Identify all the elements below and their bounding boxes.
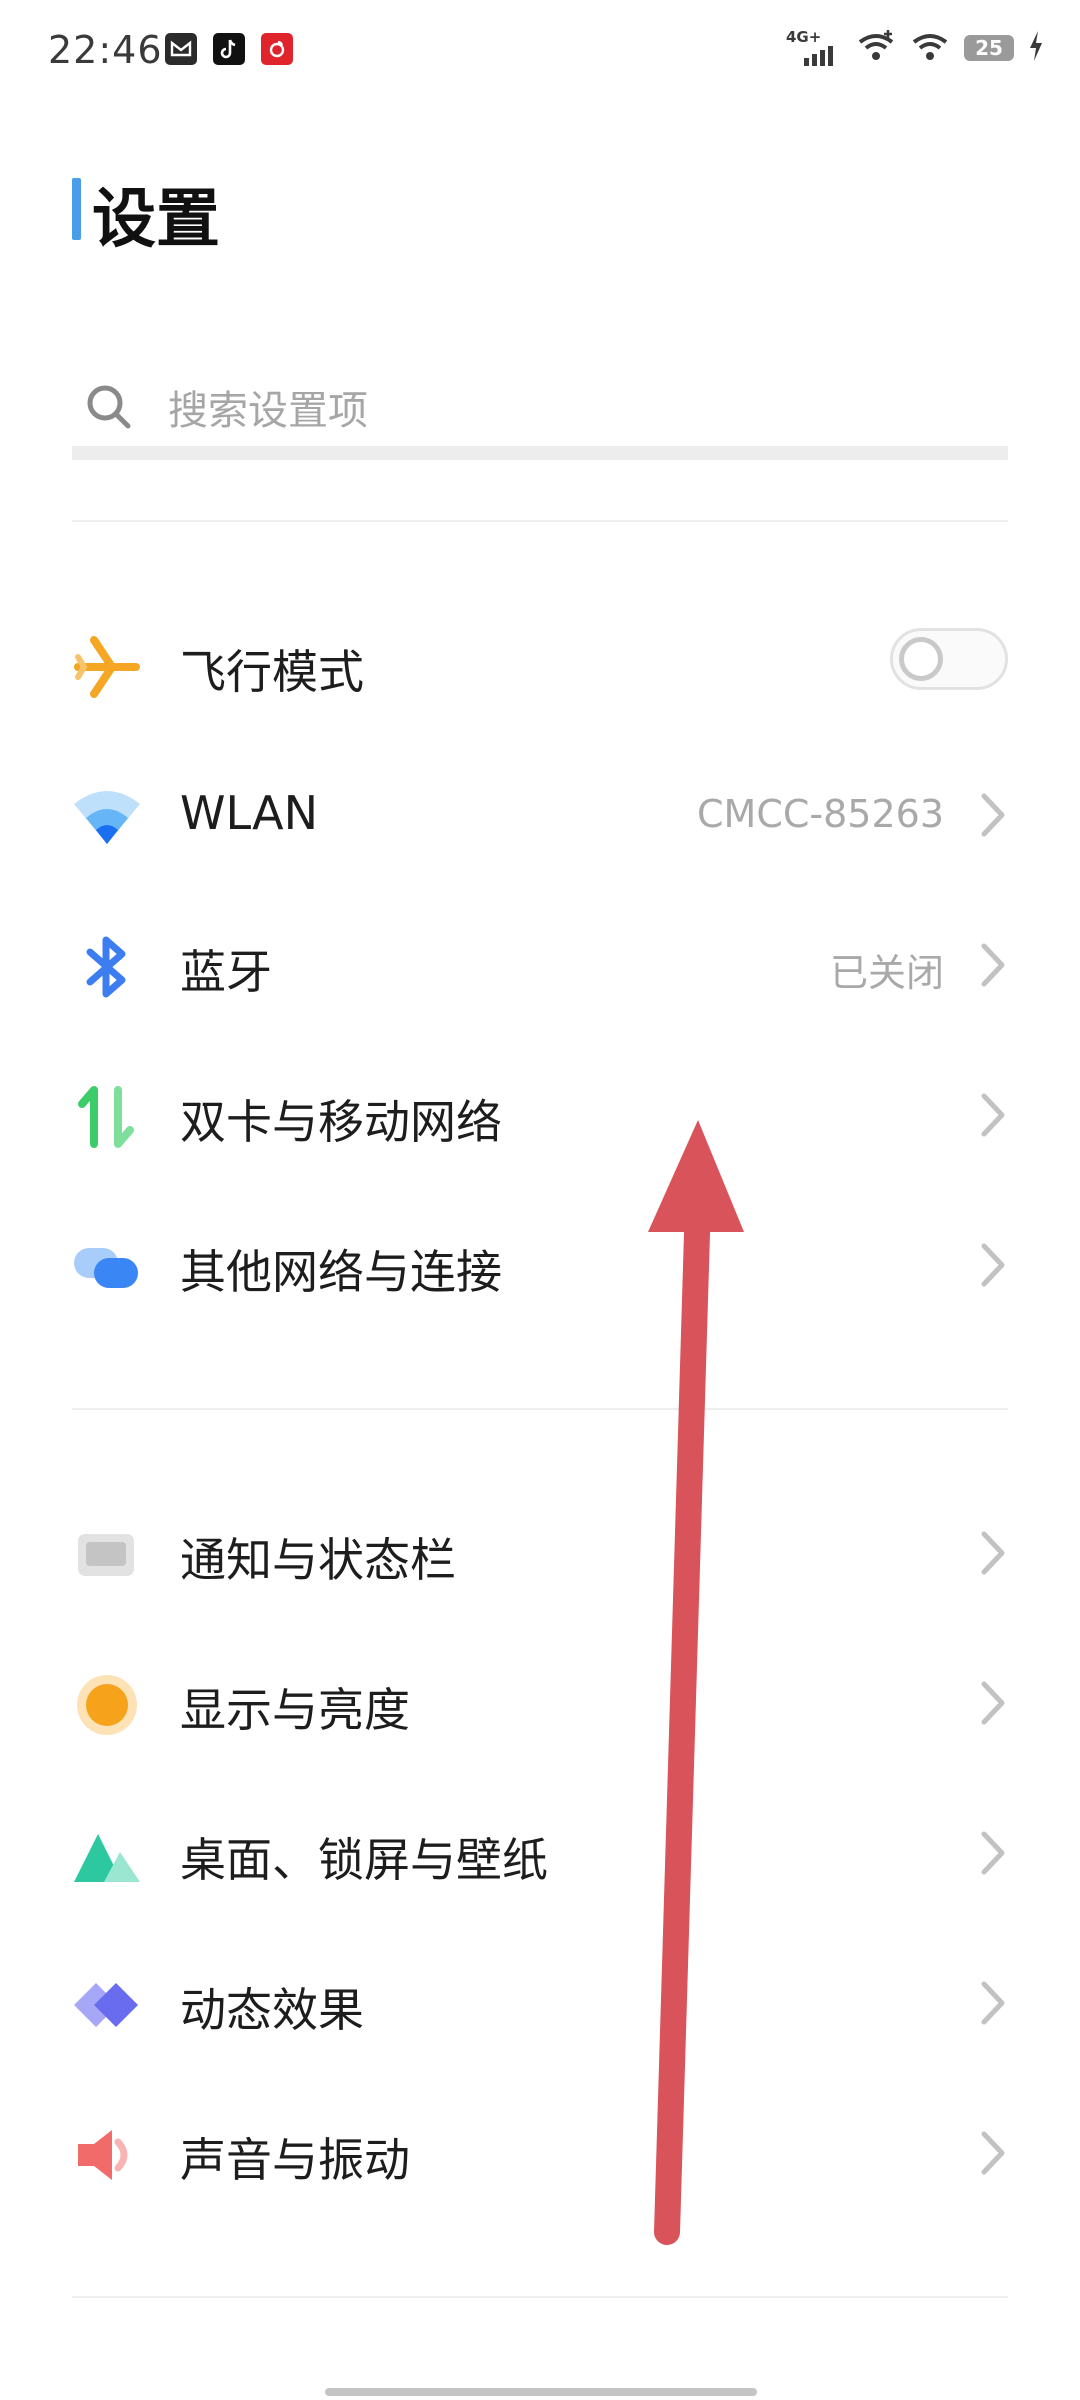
settings-item-label: WLAN [180,786,319,840]
brightness-icon [77,1675,137,1735]
home-indicator[interactable] [325,2388,757,2396]
chevron-right-icon [981,2131,1005,2175]
motion-effects-icon [74,1983,138,2027]
chevron-right-icon [981,1243,1005,1287]
divider [72,520,1008,522]
chevron-right-icon [981,1981,1005,2025]
settings-item-motion-effects[interactable]: 动态效果 [0,1938,1080,2068]
tiktok-app-icon [213,33,245,65]
settings-item-label: 通知与状态栏 [180,1533,456,1587]
bluetooth-status: 已关闭 [829,951,944,995]
wlan-network-name: CMCC-85263 [697,792,944,836]
chevron-right-icon [981,1681,1005,1725]
divider [72,1408,1008,1410]
chevron-right-icon [981,943,1005,987]
other-connections-icon [74,1248,138,1288]
cellular-signal-icon: 4G+ [786,28,842,68]
status-time: 22:46 [48,28,163,72]
settings-item-sound-vibration[interactable]: 声音与振动 [0,2088,1080,2218]
search-input[interactable]: 搜索设置项 [72,360,1008,460]
search-icon [87,385,131,429]
charging-icon [1028,31,1044,65]
page-title: 设置 [92,183,220,257]
settings-item-display-brightness[interactable]: 显示与亮度 [0,1638,1080,1768]
wallpaper-icon [74,1834,140,1882]
chevron-right-icon [981,793,1005,837]
settings-item-label: 蓝牙 [180,945,272,999]
notification-icons [165,33,293,65]
settings-item-desktop-wallpaper[interactable]: 桌面、锁屏与壁纸 [0,1788,1080,1918]
settings-item-label: 桌面、锁屏与壁纸 [180,1833,548,1887]
settings-item-label: 其他网络与连接 [180,1245,502,1299]
sound-icon [78,2130,128,2180]
battery-icon: 25 [964,35,1014,61]
bluetooth-icon [86,936,126,998]
settings-item-other-networks[interactable]: 其他网络与连接 [0,1200,1080,1330]
divider [72,2296,1008,2298]
message-app-icon [165,33,197,65]
notification-icon [78,1534,134,1576]
mobile-data-icon [78,1086,134,1148]
chevron-right-icon [981,1831,1005,1875]
title-accent-bar [72,178,81,240]
settings-item-mobile-network[interactable]: 双卡与移动网络 [0,1050,1080,1180]
wifi-icon [74,791,140,844]
settings-item-label: 显示与亮度 [180,1683,410,1737]
settings-item-notifications[interactable]: 通知与状态栏 [0,1488,1080,1618]
settings-item-airplane-mode[interactable]: 飞行模式 [0,600,1080,730]
wifi-signal-icon [910,28,950,68]
search-underline [72,446,1008,460]
settings-item-label: 声音与振动 [180,2133,410,2187]
settings-item-wlan[interactable]: WLAN CMCC-85263 [0,750,1080,880]
chevron-right-icon [981,1531,1005,1575]
wifi-calling-icon [856,28,896,68]
settings-item-label: 飞行模式 [180,645,364,699]
netease-music-app-icon [261,33,293,65]
status-indicators: 4G+ 25 [786,28,1044,68]
status-bar: 22:46 4G+ 25 [0,0,1080,100]
search-placeholder: 搜索设置项 [168,388,368,434]
settings-item-label: 双卡与移动网络 [180,1095,502,1149]
chevron-right-icon [981,1093,1005,1137]
airplane-mode-toggle[interactable] [890,628,1008,690]
airplane-icon [74,636,140,698]
toggle-knob [899,637,943,681]
settings-item-bluetooth[interactable]: 蓝牙 已关闭 [0,900,1080,1030]
settings-item-label: 动态效果 [180,1983,364,2037]
